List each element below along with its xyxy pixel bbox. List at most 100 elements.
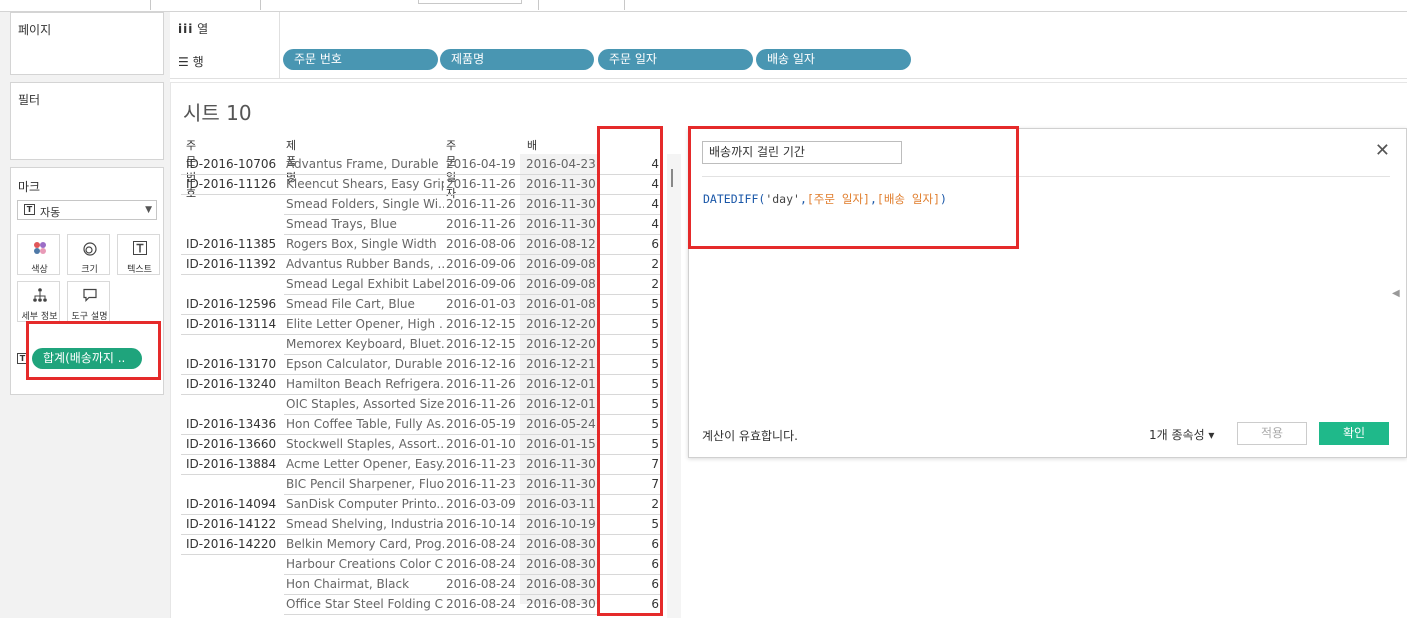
row-pill-product[interactable]: 제품명 <box>440 49 594 70</box>
cell-days: 6 <box>651 557 659 571</box>
cell-days: 6 <box>651 577 659 591</box>
row-pill-order-date[interactable]: 주문 일자 <box>598 49 753 70</box>
columns-shelf-label: iii 열 <box>178 20 208 37</box>
mark-type-select[interactable]: T 자동 ▼ <box>17 200 157 220</box>
cell-order-date: 2016-11-26 <box>446 177 516 191</box>
row-pill-order-id[interactable]: 주문 번호 <box>283 49 438 70</box>
cell-order-date: 2016-11-26 <box>446 197 516 211</box>
filters-card[interactable]: 필터 <box>10 82 164 160</box>
cell-ship-date: 2016-11-30 <box>526 457 596 471</box>
cell-days: 5 <box>651 337 659 351</box>
apply-button[interactable]: 적용 <box>1237 422 1307 445</box>
cell-ship-date: 2016-10-19 <box>526 517 596 531</box>
cell-order-id <box>186 574 286 594</box>
text-measure-row: T 합계(배송까지 .. <box>14 348 154 370</box>
cell-days: 5 <box>651 397 659 411</box>
cell-days: 4 <box>651 177 659 191</box>
cell-order-date: 2016-09-06 <box>446 277 516 291</box>
text-mark-icon: T <box>17 353 28 364</box>
cell-ship-date: 2016-11-30 <box>526 477 596 491</box>
cell-days: 4 <box>651 197 659 211</box>
cell-order-id: ID-2016-13114 <box>186 317 277 331</box>
cell-product: Memorex Keyboard, Bluet.. <box>286 337 444 351</box>
cell-days: 5 <box>651 357 659 371</box>
cell-ship-date: 2016-08-30 <box>526 557 596 571</box>
rows-icon: ☰ <box>178 55 189 69</box>
cell-order-id <box>186 394 286 414</box>
mark-type-label: 자동 <box>40 206 61 219</box>
cell-ship-date: 2016-08-30 <box>526 597 596 611</box>
cell-order-date: 2016-11-26 <box>446 397 516 411</box>
cell-order-id: ID-2016-12596 <box>186 297 277 311</box>
cell-ship-date: 2016-12-20 <box>526 337 596 351</box>
cell-order-date: 2016-01-10 <box>446 437 516 451</box>
cell-ship-date: 2016-11-30 <box>526 197 596 211</box>
cell-ship-date: 2016-05-24 <box>526 417 596 431</box>
cell-order-date: 2016-12-15 <box>446 317 516 331</box>
collapse-arrow-icon[interactable]: ◀ <box>1392 288 1400 299</box>
cell-product: Advantus Rubber Bands, .. <box>286 257 444 271</box>
top-toolbar-strip <box>0 0 1407 12</box>
cell-days: 5 <box>651 317 659 331</box>
cell-ship-date: 2016-12-20 <box>526 317 596 331</box>
calc-name-field[interactable]: 배송까지 걸린 기간 <box>702 141 902 164</box>
cell-days: 5 <box>651 377 659 391</box>
cell-product: Office Star Steel Folding C.. <box>286 597 444 611</box>
color-mark-label: 색상 <box>31 265 48 275</box>
cell-order-date: 2016-08-24 <box>446 597 516 611</box>
dependencies-dropdown[interactable]: 1개 종속성 ▾ <box>1149 426 1214 443</box>
cell-order-id <box>186 194 286 214</box>
row-divider <box>284 614 661 615</box>
cell-days: 4 <box>651 157 659 171</box>
rows-shelf[interactable]: ☰ 행 주문 번호 제품명 주문 일자 배송 일자 <box>170 45 1407 79</box>
cell-product: Advantus Frame, Durable <box>286 157 439 171</box>
formula-function: DATEDIFF( <box>703 192 766 206</box>
columns-shelf[interactable]: iii 열 <box>170 12 1407 46</box>
toolbar-dropdown[interactable] <box>418 0 522 4</box>
cell-product: Elite Letter Opener, High .. <box>286 317 444 331</box>
measure-pill[interactable]: 합계(배송까지 .. <box>32 348 142 369</box>
cell-order-id <box>186 214 286 234</box>
scrollbar-thumb[interactable] <box>671 169 673 187</box>
size-mark-button[interactable]: 크기 <box>67 234 110 275</box>
cell-order-date: 2016-01-03 <box>446 297 516 311</box>
cell-order-date: 2016-11-26 <box>446 377 516 391</box>
cell-ship-date: 2016-09-08 <box>526 257 596 271</box>
left-panel: 페이지 필터 마크 T 자동 ▼ 색상 크기 텍스트 세부 정보 도구 설명 T… <box>0 12 170 618</box>
color-icon <box>18 240 61 260</box>
cell-order-id: ID-2016-10706 <box>186 157 277 171</box>
toolbar-separator <box>538 0 539 10</box>
row-pill-ship-date[interactable]: 배송 일자 <box>756 49 911 70</box>
text-icon <box>118 240 161 260</box>
ok-button[interactable]: 확인 <box>1319 422 1389 445</box>
cell-days: 2 <box>651 277 659 291</box>
pages-card[interactable]: 페이지 <box>10 12 164 75</box>
cell-days: 7 <box>651 457 659 471</box>
calc-status: 계산이 유효합니다. <box>702 429 798 443</box>
cell-ship-date: 2016-01-08 <box>526 297 596 311</box>
formula-field-ship-date: [배송 일자] <box>876 192 940 206</box>
cell-product: Belkin Memory Card, Prog.. <box>286 537 444 551</box>
cell-order-date: 2016-09-06 <box>446 257 516 271</box>
cell-ship-date: 2016-09-08 <box>526 277 596 291</box>
cell-product: BIC Pencil Sharpener, Fluo.. <box>286 477 444 491</box>
formula-editor[interactable]: DATEDIFF('day',[주문 일자],[배송 일자]) <box>703 191 947 207</box>
close-icon[interactable]: ✕ <box>1375 142 1390 160</box>
cell-product: Kleencut Shears, Easy Grip <box>286 177 444 191</box>
cell-order-id: ID-2016-13170 <box>186 357 277 371</box>
cell-order-date: 2016-05-19 <box>446 417 516 431</box>
color-mark-button[interactable]: 색상 <box>17 234 60 275</box>
cell-order-date: 2016-11-26 <box>446 217 516 231</box>
cell-order-id: ID-2016-11392 <box>186 257 277 271</box>
detail-mark-button[interactable]: 세부 정보 <box>17 281 60 322</box>
cell-product: Smead Trays, Blue <box>286 217 397 231</box>
cell-order-id <box>186 334 286 354</box>
cell-order-id: ID-2016-13660 <box>186 437 277 451</box>
formula-close-paren: ) <box>940 192 947 206</box>
tooltip-mark-button[interactable]: 도구 설명 <box>67 281 110 322</box>
cell-product: Acme Letter Opener, Easy.. <box>286 457 444 471</box>
cell-days: 5 <box>651 517 659 531</box>
detail-mark-label: 세부 정보 <box>21 312 58 322</box>
text-mark-button[interactable]: 텍스트 <box>117 234 160 275</box>
vertical-scrollbar[interactable] <box>667 154 681 618</box>
